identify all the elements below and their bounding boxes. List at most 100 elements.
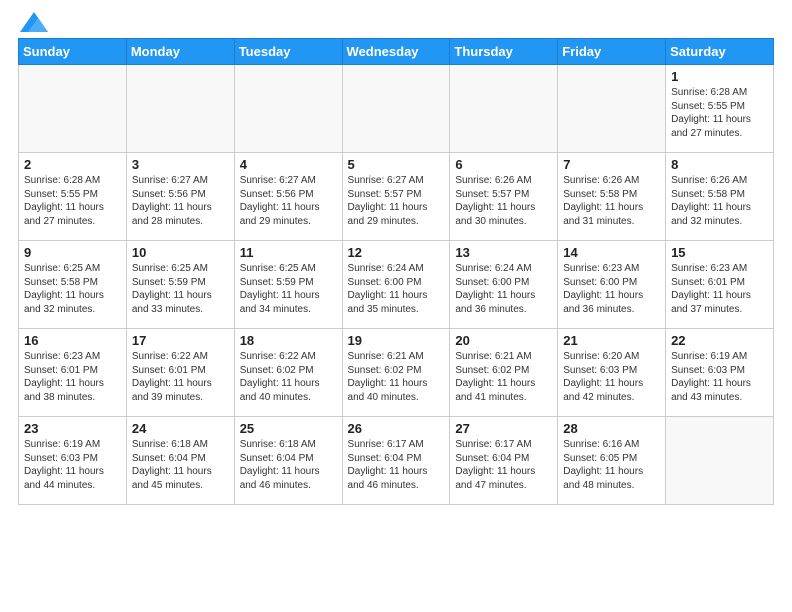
weekday-monday: Monday [126, 39, 234, 65]
day-number: 15 [671, 245, 768, 260]
day-number: 12 [348, 245, 445, 260]
weekday-friday: Friday [558, 39, 666, 65]
day-cell [342, 65, 450, 153]
day-number: 20 [455, 333, 552, 348]
day-info: Sunrise: 6:18 AMSunset: 6:04 PMDaylight:… [240, 438, 337, 492]
week-row-5: 23 Sunrise: 6:19 AMSunset: 6:03 PMDayligh… [19, 417, 774, 505]
day-info: Sunrise: 6:17 AMSunset: 6:04 PMDaylight:… [455, 438, 552, 492]
day-cell: 8 Sunrise: 6:26 AMSunset: 5:58 PMDaylight… [666, 153, 774, 241]
weekday-header-row: SundayMondayTuesdayWednesdayThursdayFrid… [19, 39, 774, 65]
day-number: 2 [24, 157, 121, 172]
day-cell: 4 Sunrise: 6:27 AMSunset: 5:56 PMDaylight… [234, 153, 342, 241]
day-cell: 6 Sunrise: 6:26 AMSunset: 5:57 PMDaylight… [450, 153, 558, 241]
day-info: Sunrise: 6:27 AMSunset: 5:57 PMDaylight:… [348, 174, 445, 228]
day-number: 25 [240, 421, 337, 436]
day-info: Sunrise: 6:23 AMSunset: 6:00 PMDaylight:… [563, 262, 660, 316]
day-number: 28 [563, 421, 660, 436]
day-number: 9 [24, 245, 121, 260]
page: SundayMondayTuesdayWednesdayThursdayFrid… [0, 0, 792, 515]
day-info: Sunrise: 6:22 AMSunset: 6:02 PMDaylight:… [240, 350, 337, 404]
day-cell [666, 417, 774, 505]
day-cell: 11 Sunrise: 6:25 AMSunset: 5:59 PMDayligh… [234, 241, 342, 329]
day-number: 24 [132, 421, 229, 436]
week-row-4: 16 Sunrise: 6:23 AMSunset: 6:01 PMDayligh… [19, 329, 774, 417]
day-cell: 24 Sunrise: 6:18 AMSunset: 6:04 PMDayligh… [126, 417, 234, 505]
day-info: Sunrise: 6:28 AMSunset: 5:55 PMDaylight:… [671, 86, 768, 140]
day-number: 23 [24, 421, 121, 436]
day-number: 18 [240, 333, 337, 348]
week-row-3: 9 Sunrise: 6:25 AMSunset: 5:58 PMDaylight… [19, 241, 774, 329]
day-info: Sunrise: 6:27 AMSunset: 5:56 PMDaylight:… [132, 174, 229, 228]
week-row-2: 2 Sunrise: 6:28 AMSunset: 5:55 PMDaylight… [19, 153, 774, 241]
day-cell: 18 Sunrise: 6:22 AMSunset: 6:02 PMDayligh… [234, 329, 342, 417]
day-number: 19 [348, 333, 445, 348]
day-cell: 27 Sunrise: 6:17 AMSunset: 6:04 PMDayligh… [450, 417, 558, 505]
day-number: 5 [348, 157, 445, 172]
day-number: 11 [240, 245, 337, 260]
day-info: Sunrise: 6:23 AMSunset: 6:01 PMDaylight:… [24, 350, 121, 404]
day-number: 3 [132, 157, 229, 172]
day-cell: 21 Sunrise: 6:20 AMSunset: 6:03 PMDayligh… [558, 329, 666, 417]
day-info: Sunrise: 6:24 AMSunset: 6:00 PMDaylight:… [348, 262, 445, 316]
day-cell [558, 65, 666, 153]
day-info: Sunrise: 6:19 AMSunset: 6:03 PMDaylight:… [24, 438, 121, 492]
day-cell: 7 Sunrise: 6:26 AMSunset: 5:58 PMDaylight… [558, 153, 666, 241]
weekday-sunday: Sunday [19, 39, 127, 65]
day-info: Sunrise: 6:19 AMSunset: 6:03 PMDaylight:… [671, 350, 768, 404]
day-info: Sunrise: 6:27 AMSunset: 5:56 PMDaylight:… [240, 174, 337, 228]
header [18, 18, 774, 30]
day-info: Sunrise: 6:20 AMSunset: 6:03 PMDaylight:… [563, 350, 660, 404]
day-info: Sunrise: 6:22 AMSunset: 6:01 PMDaylight:… [132, 350, 229, 404]
day-cell: 23 Sunrise: 6:19 AMSunset: 6:03 PMDayligh… [19, 417, 127, 505]
day-number: 7 [563, 157, 660, 172]
day-number: 14 [563, 245, 660, 260]
day-info: Sunrise: 6:21 AMSunset: 6:02 PMDaylight:… [348, 350, 445, 404]
weekday-saturday: Saturday [666, 39, 774, 65]
day-info: Sunrise: 6:23 AMSunset: 6:01 PMDaylight:… [671, 262, 768, 316]
day-number: 21 [563, 333, 660, 348]
day-cell [126, 65, 234, 153]
day-cell: 19 Sunrise: 6:21 AMSunset: 6:02 PMDayligh… [342, 329, 450, 417]
day-info: Sunrise: 6:25 AMSunset: 5:59 PMDaylight:… [132, 262, 229, 316]
day-cell [19, 65, 127, 153]
weekday-tuesday: Tuesday [234, 39, 342, 65]
day-cell: 15 Sunrise: 6:23 AMSunset: 6:01 PMDayligh… [666, 241, 774, 329]
day-number: 27 [455, 421, 552, 436]
day-number: 26 [348, 421, 445, 436]
day-cell: 16 Sunrise: 6:23 AMSunset: 6:01 PMDayligh… [19, 329, 127, 417]
day-info: Sunrise: 6:25 AMSunset: 5:59 PMDaylight:… [240, 262, 337, 316]
day-info: Sunrise: 6:16 AMSunset: 6:05 PMDaylight:… [563, 438, 660, 492]
logo-icon [20, 12, 48, 32]
day-number: 4 [240, 157, 337, 172]
day-info: Sunrise: 6:18 AMSunset: 6:04 PMDaylight:… [132, 438, 229, 492]
weekday-thursday: Thursday [450, 39, 558, 65]
day-info: Sunrise: 6:26 AMSunset: 5:58 PMDaylight:… [671, 174, 768, 228]
day-cell: 20 Sunrise: 6:21 AMSunset: 6:02 PMDayligh… [450, 329, 558, 417]
day-number: 13 [455, 245, 552, 260]
day-info: Sunrise: 6:21 AMSunset: 6:02 PMDaylight:… [455, 350, 552, 404]
day-cell [450, 65, 558, 153]
day-cell: 28 Sunrise: 6:16 AMSunset: 6:05 PMDayligh… [558, 417, 666, 505]
week-row-1: 1 Sunrise: 6:28 AMSunset: 5:55 PMDaylight… [19, 65, 774, 153]
day-info: Sunrise: 6:28 AMSunset: 5:55 PMDaylight:… [24, 174, 121, 228]
day-number: 8 [671, 157, 768, 172]
day-cell: 10Sunrise: 6:25 AMSunset: 5:59 PMDayligh… [126, 241, 234, 329]
day-cell: 5 Sunrise: 6:27 AMSunset: 5:57 PMDaylight… [342, 153, 450, 241]
day-cell: 17 Sunrise: 6:22 AMSunset: 6:01 PMDayligh… [126, 329, 234, 417]
day-number: 22 [671, 333, 768, 348]
day-info: Sunrise: 6:26 AMSunset: 5:58 PMDaylight:… [563, 174, 660, 228]
day-cell [234, 65, 342, 153]
day-info: Sunrise: 6:25 AMSunset: 5:58 PMDaylight:… [24, 262, 121, 316]
day-cell: 25 Sunrise: 6:18 AMSunset: 6:04 PMDayligh… [234, 417, 342, 505]
day-number: 1 [671, 69, 768, 84]
day-number: 16 [24, 333, 121, 348]
day-cell: 12 Sunrise: 6:24 AMSunset: 6:00 PMDayligh… [342, 241, 450, 329]
day-cell: 2 Sunrise: 6:28 AMSunset: 5:55 PMDaylight… [19, 153, 127, 241]
day-number: 6 [455, 157, 552, 172]
day-cell: 1 Sunrise: 6:28 AMSunset: 5:55 PMDaylight… [666, 65, 774, 153]
day-info: Sunrise: 6:24 AMSunset: 6:00 PMDaylight:… [455, 262, 552, 316]
logo [18, 18, 48, 30]
weekday-wednesday: Wednesday [342, 39, 450, 65]
day-info: Sunrise: 6:26 AMSunset: 5:57 PMDaylight:… [455, 174, 552, 228]
day-number: 17 [132, 333, 229, 348]
